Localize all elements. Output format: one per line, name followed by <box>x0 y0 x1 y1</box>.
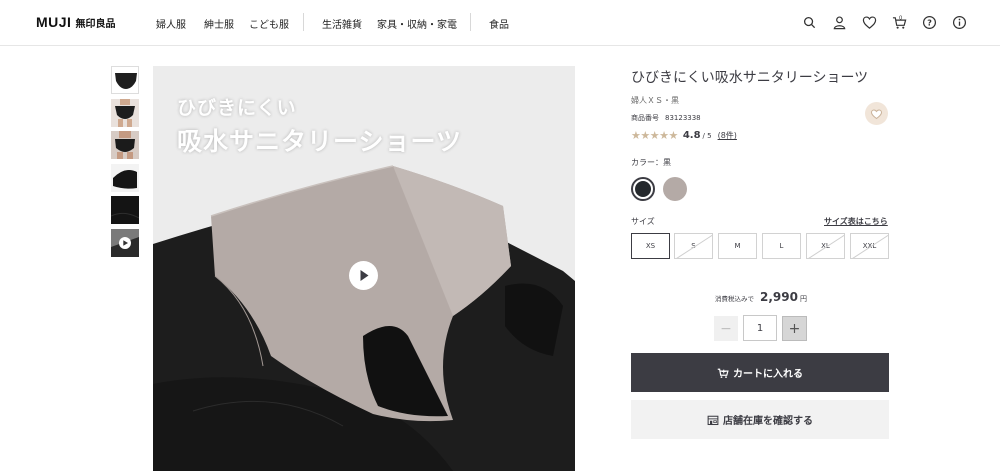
price-unit: 円 <box>799 295 807 303</box>
play-icon <box>360 270 369 281</box>
rating-stars: ★★★★★ <box>631 129 678 142</box>
nav-household[interactable]: 生活雑貨 <box>322 16 362 31</box>
product-number: 商品番号 83123338 <box>631 113 701 123</box>
review-count-link[interactable]: (8件) <box>718 130 737 141</box>
store-icon <box>707 415 719 425</box>
user-icon[interactable] <box>832 15 847 30</box>
logo-jp: 無印良品 <box>75 19 116 30</box>
price-tax-label: 消費税込みで <box>715 295 754 303</box>
hero-text-line1: ひびきにくい <box>177 97 297 119</box>
muji-logo[interactable]: MUJI 無印良品 <box>36 14 115 30</box>
product-title: ひびきにくい吸水サニタリーショーツ <box>631 70 869 86</box>
cart-count: 0 <box>899 16 902 22</box>
quantity-increment-button[interactable]: + <box>782 316 807 341</box>
svg-text:?: ? <box>927 18 932 27</box>
color-swatch-greige[interactable] <box>663 177 687 201</box>
site-header: MUJI 無印良品 婦人服 紳士服 こども服 生活雑貨 家具・収納・家電 食品 … <box>0 0 1000 46</box>
size-xxl[interactable]: XXL <box>850 233 889 259</box>
logo-brand: MUJI <box>36 14 72 30</box>
size-label: サイズ <box>631 217 655 226</box>
add-to-cart-label: カートに入れる <box>733 369 803 380</box>
thumbnail-3[interactable] <box>111 131 139 159</box>
help-icon[interactable]: ? <box>922 15 937 30</box>
play-video-button[interactable] <box>349 261 378 290</box>
nav-mens[interactable]: 紳士服 <box>204 16 234 31</box>
color-swatch-black[interactable] <box>631 177 655 201</box>
cart-icon <box>717 368 729 378</box>
quantity-decrement-button[interactable]: − <box>714 316 738 341</box>
quantity-input[interactable]: 1 <box>743 315 777 341</box>
thumbnail-4[interactable] <box>111 163 139 192</box>
size-chart-link[interactable]: サイズ表はこちら <box>824 216 888 227</box>
size-xl[interactable]: XL <box>806 233 845 259</box>
nav-divider <box>470 13 471 31</box>
add-to-cart-button[interactable]: カートに入れる <box>631 353 889 392</box>
thumbnail-video[interactable] <box>111 228 139 257</box>
rating: ★★★★★ 4.8 / 5 (8件) <box>631 129 737 142</box>
hero-text-line2: 吸水サニタリーショーツ <box>177 127 463 156</box>
product-variant: 婦人ＸＳ・黒 <box>631 96 679 105</box>
price-value: 2,990 <box>760 290 798 304</box>
product-number-value: 83123338 <box>665 114 701 122</box>
rating-score: 4.8 <box>682 130 701 141</box>
nav-womens[interactable]: 婦人服 <box>156 16 186 31</box>
thumbnail-2[interactable] <box>111 98 139 127</box>
heart-icon[interactable] <box>862 15 877 30</box>
check-store-stock-label: 店舗在庫を確認する <box>723 416 813 427</box>
color-label: カラー：黒 <box>631 158 671 167</box>
size-l[interactable]: L <box>762 233 801 259</box>
thumbnail-5[interactable] <box>111 196 139 224</box>
product-number-label: 商品番号 <box>631 114 659 122</box>
nav-furniture[interactable]: 家具・収納・家電 <box>377 16 457 31</box>
size-m[interactable]: M <box>718 233 757 259</box>
check-store-stock-button[interactable]: 店舗在庫を確認する <box>631 400 889 439</box>
nav-divider <box>303 13 304 31</box>
heart-icon <box>870 109 883 120</box>
nav-kids[interactable]: こども服 <box>249 16 289 31</box>
main-product-image[interactable]: ひびきにくい 吸水サニタリーショーツ <box>153 66 575 471</box>
price: 消費税込みで 2,990 円 <box>715 290 807 304</box>
cart-icon[interactable]: 0 <box>892 15 907 30</box>
favorite-button[interactable] <box>865 102 888 125</box>
thumbnail-strip <box>111 66 139 261</box>
rating-outof: / 5 <box>702 131 712 140</box>
search-icon[interactable] <box>802 15 817 30</box>
info-icon[interactable] <box>952 15 967 30</box>
size-s[interactable]: S <box>674 233 713 259</box>
size-xs[interactable]: XS <box>631 233 670 259</box>
nav-food[interactable]: 食品 <box>489 16 509 31</box>
header-icons: 0 ? <box>802 15 967 30</box>
thumbnail-1[interactable] <box>111 66 139 94</box>
